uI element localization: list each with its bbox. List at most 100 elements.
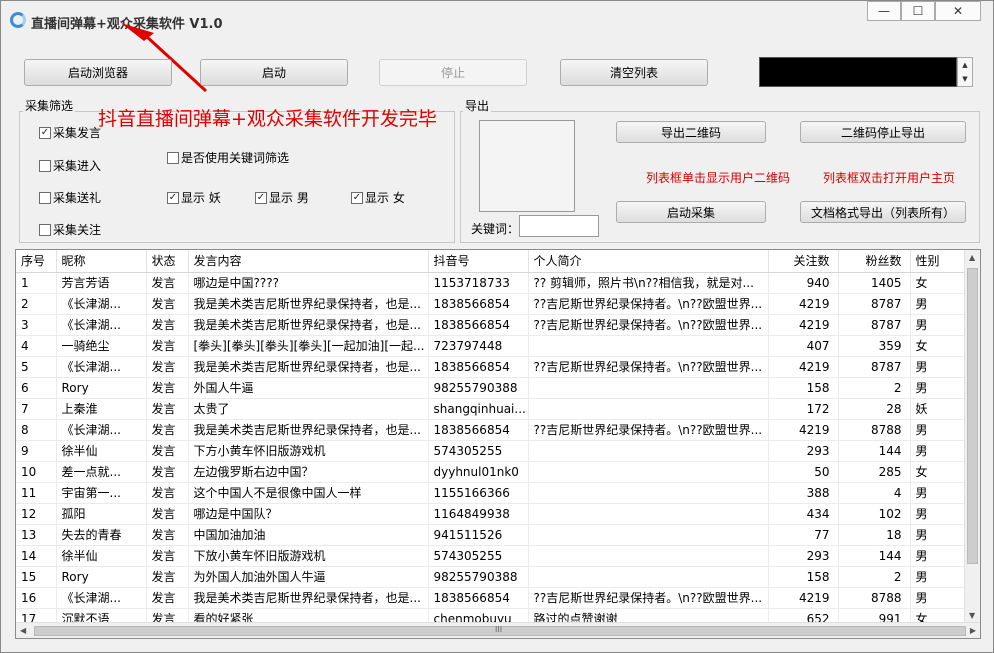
cell-nickname: 徐半仙 — [56, 440, 147, 462]
col-content[interactable]: 发言内容 — [188, 250, 429, 273]
table-row[interactable]: 16 《长津湖... 发言 我是美术类吉尼斯世界纪录保持者，也是... 18385668… — [16, 587, 967, 609]
keyword-label: 关键词： — [471, 222, 520, 236]
col-nickname[interactable]: 昵称 — [56, 250, 147, 273]
show-female-checkbox[interactable]: ✓ 显示 女 — [351, 189, 405, 206]
cell-followers: 1405 — [838, 272, 911, 294]
scroll-up-icon[interactable]: ▲ — [969, 253, 975, 262]
cell-followers: 102 — [838, 503, 911, 525]
vertical-scrollbar[interactable]: ▲ ▼ — [964, 250, 980, 623]
table-row[interactable]: 7 上秦淮 发言 太贵了 shangqinhuai... 172 28 妖 — [16, 398, 967, 420]
table-row[interactable]: 2 《长津湖... 发言 我是美术类吉尼斯世界纪录保持者，也是... 183856685… — [16, 293, 967, 315]
col-index[interactable]: 序号 — [16, 250, 57, 273]
cell-nickname: 《长津湖... — [56, 314, 147, 336]
data-table[interactable]: 序号 昵称 状态 发言内容 抖音号 个人简介 关注数 粉丝数 性别 1 芳言芳语发… — [15, 249, 981, 639]
cell-following: 4219 — [768, 293, 839, 315]
cell-status: 发言 — [146, 461, 189, 483]
start-button[interactable]: 启动 — [200, 59, 348, 86]
collect-enter-checkbox[interactable]: 采集进入 — [39, 157, 101, 174]
cell-status: 发言 — [146, 398, 189, 420]
export-doc-button[interactable]: 文档格式导出（列表所有） — [800, 201, 966, 223]
scroll-down-icon[interactable]: ▼ — [969, 611, 975, 620]
cell-nickname: 孤阳 — [56, 503, 147, 525]
cell-status: 发言 — [146, 482, 189, 504]
cell-douyin-id: 98255790388 — [428, 566, 529, 588]
stop-qr-export-button[interactable]: 二维码停止导出 — [800, 121, 966, 143]
cell-nickname: Rory — [56, 377, 147, 399]
filter-group-label: 采集筛选 — [23, 97, 76, 114]
close-button[interactable]: ✕ — [935, 1, 981, 21]
col-status[interactable]: 状态 — [146, 250, 189, 273]
minimize-button[interactable]: — — [867, 1, 901, 21]
use-keyword-checkbox[interactable]: 是否使用关键词筛选 — [167, 149, 289, 166]
table-row[interactable]: 15 Rory 发言 为外国人加油外国人牛逼 98255790388 158 2 男 — [16, 566, 967, 588]
table-row[interactable]: 6 Rory 发言 外国人牛逼 98255790388 158 2 男 — [16, 377, 967, 399]
cell-following: 158 — [768, 566, 839, 588]
collect-follow-checkbox[interactable]: 采集关注 — [39, 221, 101, 238]
stop-button[interactable]: 停止 — [379, 59, 527, 86]
cell-content: 我是美术类吉尼斯世界纪录保持者，也是... — [188, 356, 429, 378]
clear-list-button[interactable]: 清空列表 — [560, 59, 708, 86]
cell-content: 下放小黄车怀旧版游戏机 — [188, 545, 429, 567]
cell-content: 我是美术类吉尼斯世界纪录保持者，也是... — [188, 314, 429, 336]
show-demon-checkbox[interactable]: ✓ 显示 妖 — [167, 189, 221, 206]
table-row[interactable]: 11 宇宙第一... 发言 这个中国人不是很像中国人一样 1155166366 388 4 男 — [16, 482, 967, 504]
export-qr-button[interactable]: 导出二维码 — [616, 121, 766, 143]
cell-following: 4219 — [768, 587, 839, 609]
cell-bio — [528, 377, 769, 399]
vertical-scroll-thumb[interactable] — [967, 268, 978, 564]
export-group-label: 导出 — [463, 97, 492, 114]
cell-nickname: 芳言芳语 — [56, 272, 147, 294]
table-row[interactable]: 9 徐半仙 发言 下方小黄车怀旧版游戏机 574305255 293 144 男 — [16, 440, 967, 462]
col-douyin-id[interactable]: 抖音号 — [428, 250, 529, 273]
cell-douyin-id: 723797448 — [428, 335, 529, 357]
table-row[interactable]: 4 一骑绝尘 发言 [拳头][拳头][拳头][拳头][一起加油][一起... 72379… — [16, 335, 967, 357]
cell-gender: 女 — [910, 335, 967, 357]
show-demon-label: 显示 妖 — [181, 191, 221, 205]
cell-nickname: 上秦淮 — [56, 398, 147, 420]
cell-gender: 男 — [910, 566, 967, 588]
output-box[interactable] — [759, 57, 957, 87]
table-row[interactable]: 5 《长津湖... 发言 我是美术类吉尼斯世界纪录保持者，也是... 183856685… — [16, 356, 967, 378]
cell-following: 4219 — [768, 314, 839, 336]
spin-down-icon[interactable]: ▼ — [958, 72, 972, 86]
spin-up-icon[interactable]: ▲ — [958, 58, 972, 72]
scroll-right-icon[interactable]: ▶ — [970, 626, 976, 635]
output-spinner[interactable]: ▲ ▼ — [957, 57, 973, 87]
cell-following: 4219 — [768, 419, 839, 441]
cell-douyin-id: 1838566854 — [428, 293, 529, 315]
cell-following: 158 — [768, 377, 839, 399]
collect-gift-checkbox[interactable]: 采集送礼 — [39, 189, 101, 206]
table-row[interactable]: 8 《长津湖... 发言 我是美术类吉尼斯世界纪录保持者，也是... 183856685… — [16, 419, 967, 441]
cell-index: 16 — [16, 587, 57, 609]
table-row[interactable]: 14 徐半仙 发言 下放小黄车怀旧版游戏机 574305255 293 144 男 — [16, 545, 967, 567]
col-bio[interactable]: 个人简介 — [528, 250, 769, 273]
launch-browser-button[interactable]: 启动浏览器 — [24, 59, 172, 86]
horizontal-scrollbar[interactable]: ◀ III ▶ — [16, 622, 980, 638]
maximize-button[interactable]: ☐ — [901, 1, 935, 21]
cell-followers: 2 — [838, 377, 911, 399]
table-row[interactable]: 13 失去的青春 发言 中国加油加油 941511526 77 18 男 — [16, 524, 967, 546]
cell-nickname: 徐半仙 — [56, 545, 147, 567]
col-followers[interactable]: 粉丝数 — [838, 250, 911, 273]
horizontal-scroll-thumb[interactable]: III — [34, 625, 966, 636]
cell-douyin-id: 1838566854 — [428, 356, 529, 378]
table-row[interactable]: 10 差一点就... 发言 左边俄罗斯右边中国？ dyyhnul01nk0 50 285 女 — [16, 461, 967, 483]
table-row[interactable]: 3 《长津湖... 发言 我是美术类吉尼斯世界纪录保持者，也是... 183856685… — [16, 314, 967, 336]
scroll-left-icon[interactable]: ◀ — [20, 626, 26, 635]
cell-followers: 359 — [838, 335, 911, 357]
show-male-checkbox[interactable]: ✓ 显示 男 — [255, 189, 309, 206]
cell-douyin-id: 98255790388 — [428, 377, 529, 399]
cell-gender: 男 — [910, 545, 967, 567]
col-gender[interactable]: 性别 — [910, 250, 967, 273]
keyword-input[interactable] — [519, 215, 599, 237]
start-collect-button[interactable]: 启动采集 — [616, 201, 766, 223]
table-row[interactable]: 12 孤阳 发言 哪边是中国队？ 1164849938 434 102 男 — [16, 503, 967, 525]
cell-douyin-id: 1153718733 — [428, 272, 529, 294]
cell-bio — [528, 503, 769, 525]
cell-nickname: 《长津湖... — [56, 293, 147, 315]
collect-speech-checkbox[interactable]: ✓ 采集发言 — [39, 124, 101, 141]
cell-nickname: 失去的青春 — [56, 524, 147, 546]
table-row[interactable]: 1 芳言芳语 发言 哪边是中国???? 1153718733?? 剪辑师，照片书\n??… — [16, 272, 967, 294]
col-following[interactable]: 关注数 — [768, 250, 839, 273]
cell-following: 434 — [768, 503, 839, 525]
